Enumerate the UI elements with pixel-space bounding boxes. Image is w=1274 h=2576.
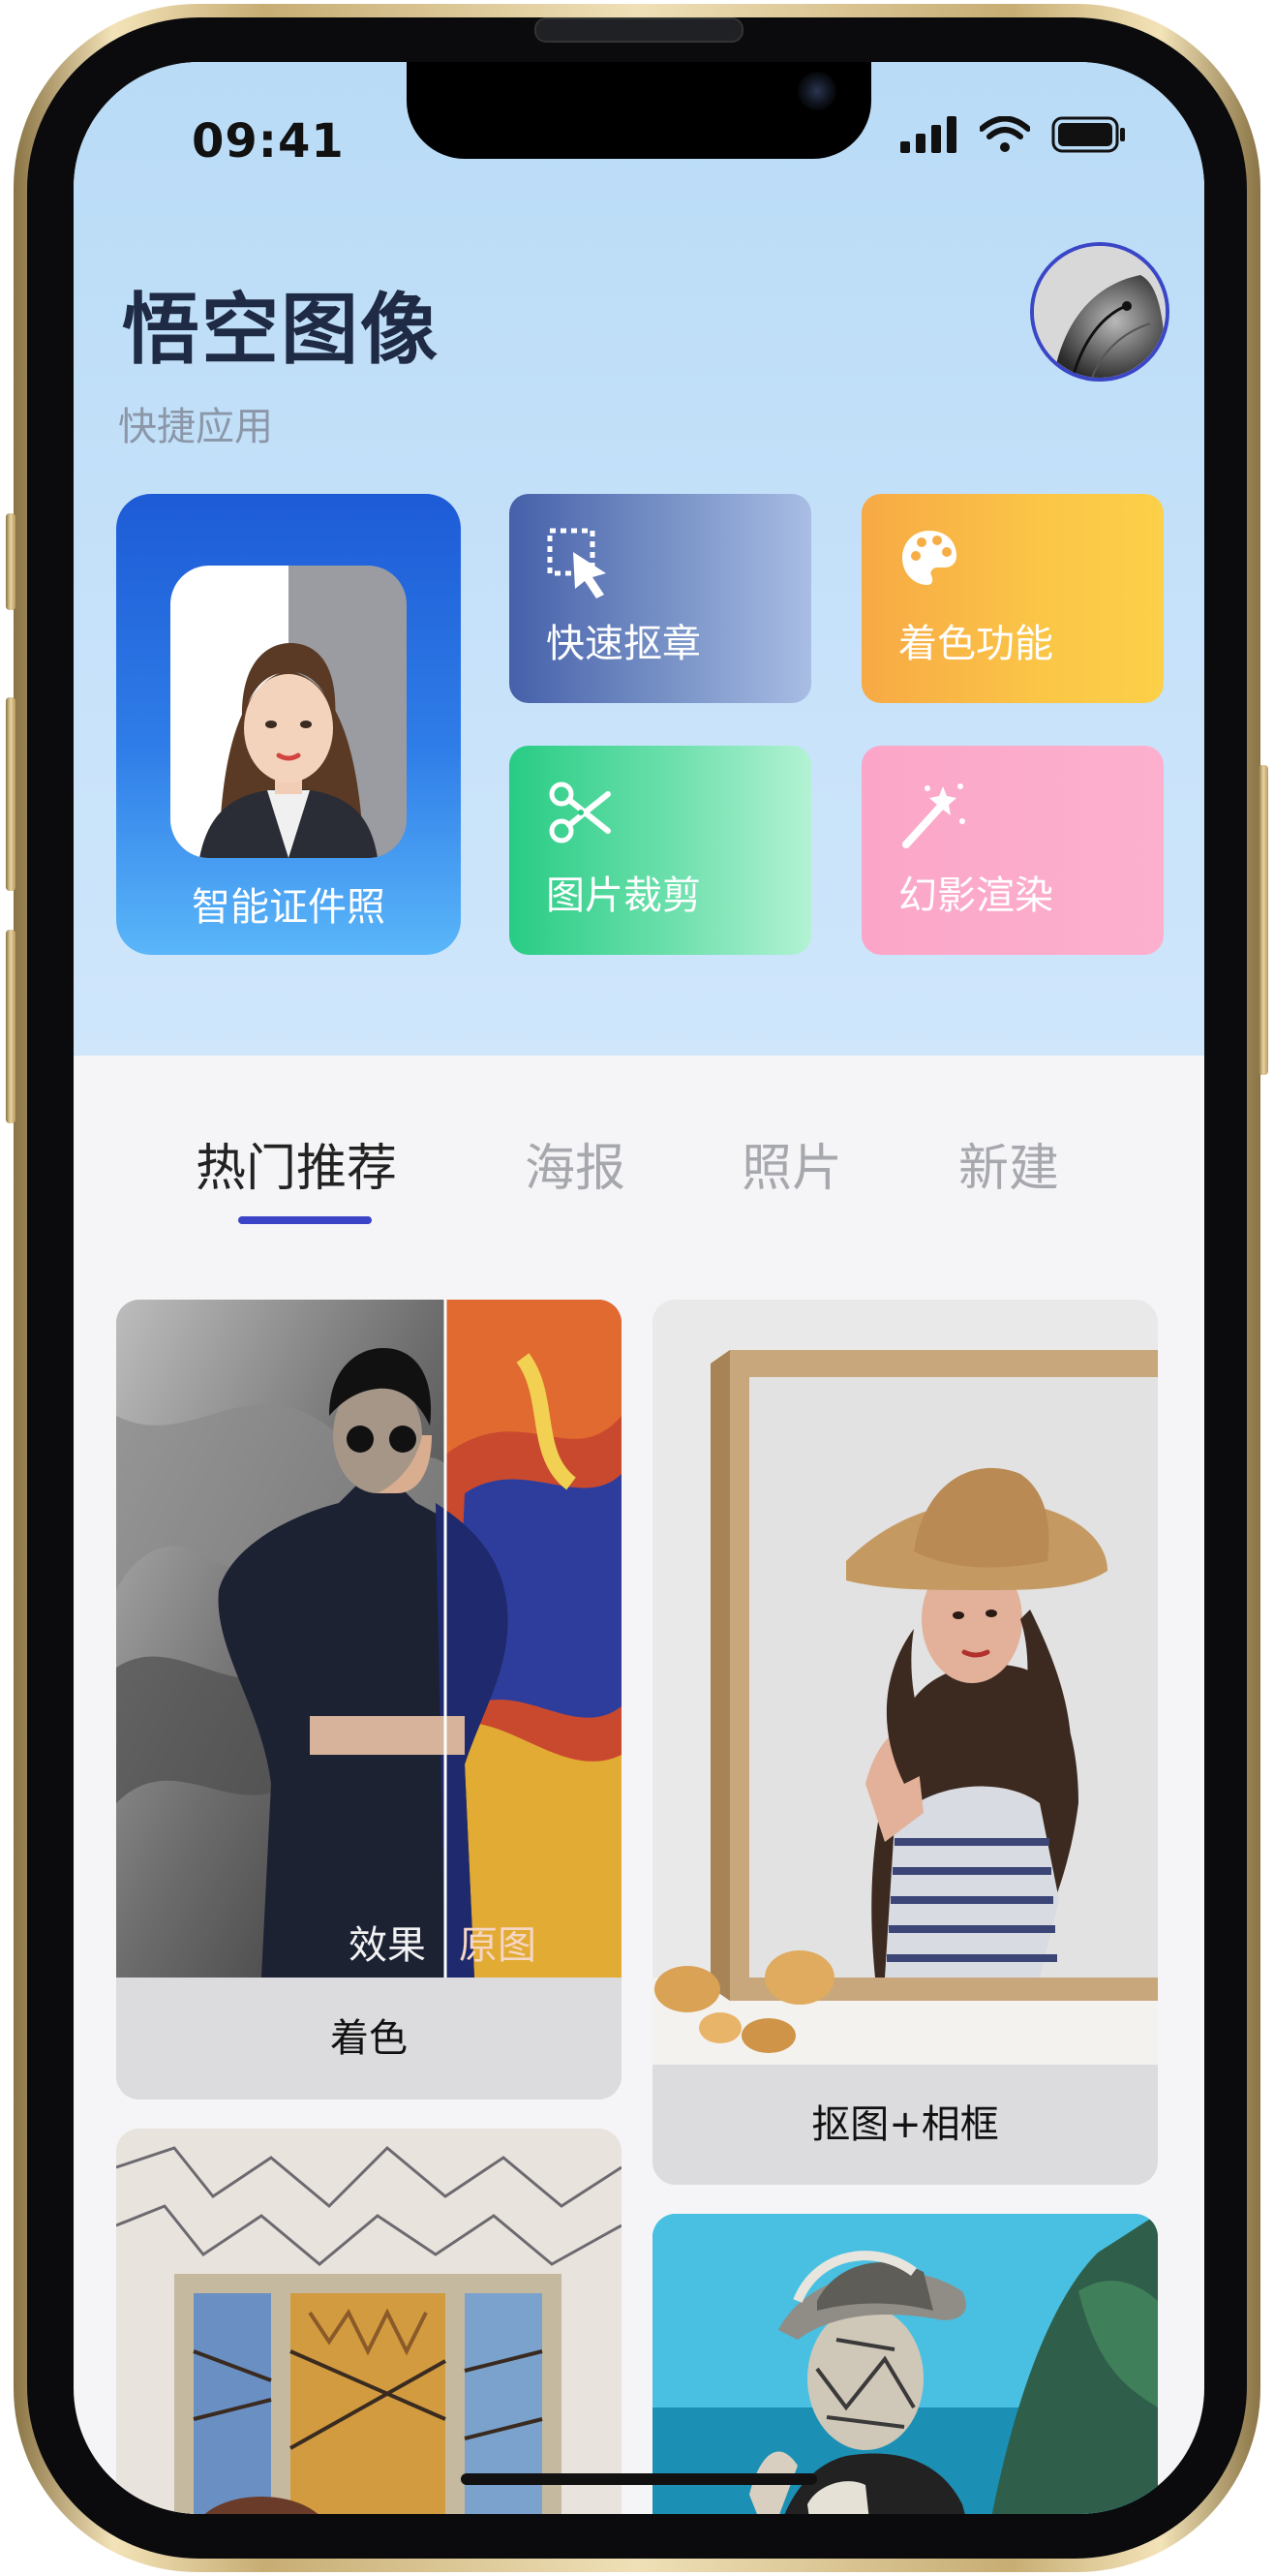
id-photo-tile[interactable]: 智能证件照: [116, 494, 461, 955]
phantom-render-preview-image: [652, 2214, 1158, 2514]
status-icons: [900, 116, 1127, 153]
quick-tile-cutout[interactable]: 快速抠章: [509, 494, 811, 703]
portrait-illustration: [199, 643, 378, 858]
earpiece-speaker: [534, 17, 743, 43]
id-photo-label: 智能证件照: [192, 885, 385, 930]
quick-tile-render[interactable]: 幻影渲染: [862, 746, 1164, 955]
cutout-frame-preview-image: [652, 1300, 1158, 2065]
front-camera: [798, 72, 836, 110]
notch: [407, 62, 871, 159]
avatar-image: [1034, 246, 1166, 378]
quick-tile-label: 图片裁剪: [546, 874, 701, 918]
wifi-icon: [980, 116, 1030, 152]
quick-tile-crop[interactable]: 图片裁剪: [509, 746, 811, 955]
original-overlay-label: 原图: [459, 1923, 536, 1968]
tab-new[interactable]: 新建: [958, 1127, 1059, 1200]
id-photo-preview: [170, 566, 407, 858]
tab-poster[interactable]: 海报: [525, 1127, 625, 1200]
template-card-phantom-render[interactable]: [652, 2214, 1158, 2514]
volume-up-button: [6, 697, 15, 891]
battery-icon: [1051, 116, 1125, 153]
home-indicator[interactable]: [461, 2473, 817, 2485]
quick-tile-label: 着色功能: [898, 622, 1053, 666]
card-caption: 着色: [116, 1978, 622, 2100]
cellular-signal-icon: [900, 116, 956, 153]
magic-wand-icon: [902, 783, 965, 848]
quick-tile-colorize[interactable]: 着色功能: [862, 494, 1164, 703]
template-card-cutout-frame[interactable]: 抠图+相框: [652, 1300, 1158, 2185]
category-tabs: 热门推荐 海报 照片 新建: [74, 1127, 1204, 1205]
tab-hot-recommend[interactable]: 热门推荐: [196, 1127, 397, 1200]
section-subtitle: 快捷应用: [118, 405, 273, 449]
tab-photo[interactable]: 照片: [742, 1127, 842, 1200]
app-screen: 09:41 悟空图像 快捷应用 智能证件照 快速抠章 着色功能 图片裁剪 幻影渲…: [74, 62, 1204, 2514]
effect-overlay-label: 效果: [349, 1923, 426, 1968]
cutout-icon: [547, 528, 606, 598]
palette-icon: [902, 531, 956, 585]
template-card-stained-glass[interactable]: [116, 2129, 622, 2514]
user-avatar[interactable]: [1030, 242, 1169, 382]
quick-tile-label: 快速抠章: [546, 622, 701, 666]
status-time: 09:41: [192, 114, 345, 169]
template-card-colorize[interactable]: 效果 原图 着色: [116, 1300, 622, 2100]
colorize-preview-image: [116, 1300, 622, 1978]
stained-glass-preview-image: [116, 2129, 622, 2514]
active-tab-indicator: [238, 1216, 372, 1224]
power-button: [1259, 765, 1268, 1075]
mute-switch: [6, 513, 15, 610]
scissors-icon: [549, 782, 611, 843]
card-caption: 抠图+相框: [652, 2065, 1158, 2185]
volume-down-button: [6, 930, 15, 1123]
quick-tile-label: 幻影渲染: [898, 874, 1053, 918]
app-title: 悟空图像: [122, 285, 440, 375]
